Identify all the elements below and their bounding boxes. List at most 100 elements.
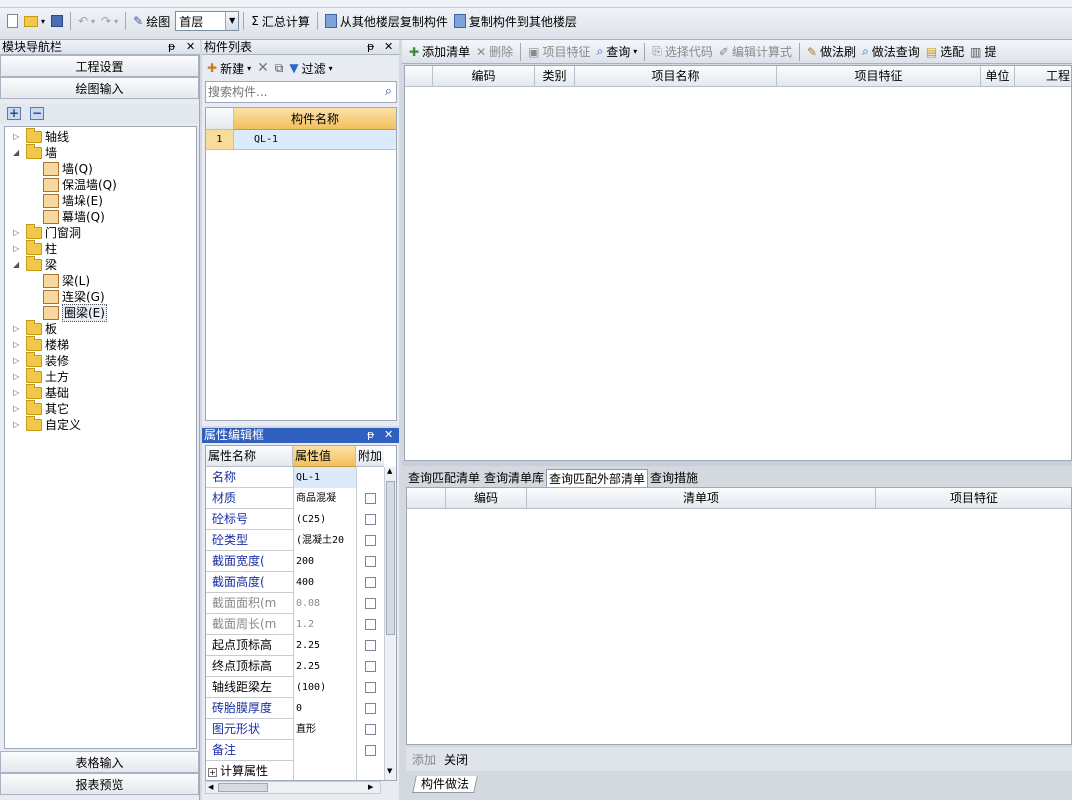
extra-checkbox[interactable] — [365, 619, 376, 630]
tree-folder-item[interactable]: ▷ 装修 — [13, 352, 69, 369]
pin-icon[interactable]: ᵽ — [367, 428, 374, 442]
draw-input-button[interactable]: 绘图输入 — [0, 77, 199, 99]
col-header-item-name[interactable]: 项目名称 — [575, 66, 777, 87]
property-value[interactable]: (100) — [293, 677, 356, 698]
property-value[interactable]: QL-1 — [293, 467, 356, 488]
copy-to-floor-button[interactable]: 复制构件到其他楼层 — [451, 10, 580, 32]
search-icon[interactable]: ⌕ — [385, 84, 392, 99]
table-row[interactable]: 1 QL-1 — [206, 130, 396, 150]
scroll-right-icon[interactable]: ▶ — [368, 783, 373, 791]
tree-folder-item[interactable]: ▷ 自定义 — [13, 416, 81, 433]
extra-checkbox[interactable] — [365, 577, 376, 588]
match-button[interactable]: ▤ 选配 — [923, 41, 967, 63]
tree-folder-item[interactable]: ◢ 梁 — [13, 256, 57, 273]
col-header-code[interactable]: 编码 — [433, 66, 535, 87]
property-row[interactable]: 砼类型 (混凝土20 — [206, 530, 391, 551]
prop-value-header[interactable]: 属性值 — [293, 446, 356, 467]
edit-formula-button[interactable]: ✐ 编辑计算式 — [716, 41, 795, 63]
extra-checkbox[interactable] — [365, 493, 376, 504]
tree-folder-item[interactable]: ▷ 柱 — [13, 240, 57, 257]
redo-button[interactable]: ↷ ▾ — [98, 10, 121, 32]
expand-arrow-icon[interactable]: ▷ — [13, 321, 23, 337]
col-header-list-item[interactable]: 清单项 — [527, 488, 876, 509]
new-file-button[interactable] — [4, 10, 21, 32]
property-row[interactable]: 砖胎膜厚度 0 — [206, 698, 391, 719]
property-value[interactable]: 2.25 — [293, 635, 356, 656]
table-input-button[interactable]: 表格输入 — [0, 751, 199, 773]
col-header-category[interactable]: 类别 — [535, 66, 575, 87]
close-icon[interactable]: ✕ — [384, 428, 393, 442]
scroll-down-icon[interactable]: ▼ — [387, 767, 392, 775]
close-icon[interactable]: ✕ — [186, 40, 195, 54]
tree-leaf-item[interactable]: 连梁(G) — [43, 289, 105, 305]
tree-folder-item[interactable]: ▷ 土方 — [13, 368, 69, 385]
col-header-quantity[interactable]: 工程 — [1015, 66, 1071, 87]
tab-query-match-external[interactable]: 查询匹配外部清单 — [546, 469, 649, 487]
property-row[interactable]: 截面面积(m 0.08 — [206, 593, 391, 614]
property-row[interactable]: 截面高度(400 — [206, 572, 391, 593]
vertical-scrollbar[interactable]: ▲ ▼ — [384, 467, 396, 780]
property-value[interactable]: 2.25 — [293, 656, 356, 677]
collapse-arrow-icon[interactable]: ◢ — [13, 145, 23, 161]
h-scroll-thumb[interactable] — [218, 783, 268, 792]
extra-checkbox[interactable] — [365, 703, 376, 714]
tree-folder-item[interactable]: ▷ 其它 — [13, 400, 69, 417]
component-search-input[interactable] — [206, 82, 371, 102]
filter-button[interactable]: ▼ 过滤 ▾ — [286, 57, 335, 79]
property-row[interactable]: 砼标号 (C25) — [206, 509, 391, 530]
extract-button[interactable]: ▥ 提 — [967, 41, 999, 63]
undo-button[interactable]: ↶ ▾ — [75, 10, 98, 32]
extra-checkbox[interactable] — [365, 724, 376, 735]
pin-icon[interactable]: ᵽ — [367, 40, 374, 54]
property-value[interactable]: 商品混凝 — [293, 488, 356, 509]
property-value[interactable]: 0.08 — [293, 593, 356, 614]
copy-from-floor-button[interactable]: 从其他楼层复制构件 — [322, 10, 451, 32]
sum-calc-button[interactable]: Σ 汇总计算 — [248, 10, 313, 32]
tab-query-measures[interactable]: 查询措施 — [648, 469, 700, 487]
expand-arrow-icon[interactable]: ▷ — [13, 129, 23, 145]
floor-select[interactable]: 首层 ▼ — [175, 11, 240, 31]
delete-component-button[interactable]: ✕ — [254, 57, 272, 79]
tree-leaf-item[interactable]: 梁(L) — [43, 273, 90, 289]
save-button[interactable] — [48, 10, 66, 32]
tree-folder-item[interactable]: ▷ 楼梯 — [13, 336, 69, 353]
property-row[interactable]: 截面周长(m 1.2 — [206, 614, 391, 635]
property-row[interactable]: 名称 QL-1 — [206, 467, 391, 488]
close-icon[interactable]: ✕ — [384, 40, 393, 54]
add-list-button[interactable]: ✚ 添加清单 — [406, 41, 473, 63]
method-query-button[interactable]: ⌕ 做法查询 — [859, 41, 923, 63]
copy-component-button[interactable]: ⧉ — [272, 57, 287, 79]
expand-group-icon[interactable]: + — [208, 768, 217, 777]
chevron-down-icon[interactable]: ▼ — [225, 12, 239, 30]
tree-leaf-item[interactable]: 保温墙(Q) — [43, 177, 117, 193]
open-file-button[interactable]: ▾ — [21, 10, 48, 32]
property-row[interactable]: 备注 — [206, 740, 391, 761]
property-value[interactable]: 400 — [293, 572, 356, 593]
extra-checkbox[interactable] — [365, 661, 376, 672]
close-button[interactable]: 关闭 — [444, 751, 468, 768]
expand-arrow-icon[interactable]: ▷ — [13, 353, 23, 369]
expand-arrow-icon[interactable]: ▷ — [13, 385, 23, 401]
delete-list-button[interactable]: ✕ 删除 — [473, 41, 516, 63]
collapse-all-icon[interactable]: − — [30, 107, 44, 120]
tree-leaf-item[interactable]: 圈梁(E) — [43, 304, 107, 322]
expand-arrow-icon[interactable]: ▷ — [13, 225, 23, 241]
tree-folder-item[interactable]: ▷ 板 — [13, 320, 57, 337]
tree-leaf-item[interactable]: 幕墙(Q) — [43, 209, 105, 225]
prop-name-header[interactable]: 属性名称 — [206, 446, 293, 467]
method-brush-button[interactable]: ✎ 做法刷 — [804, 41, 859, 63]
extra-checkbox[interactable] — [365, 745, 376, 756]
scroll-left-icon[interactable]: ◀ — [208, 783, 213, 791]
col-header-code[interactable]: 编码 — [446, 488, 527, 509]
tab-query-list-lib[interactable]: 查询清单库 — [482, 469, 546, 487]
property-value[interactable]: 200 — [293, 551, 356, 572]
tree-folder-item[interactable]: ◢ 墙 — [13, 144, 57, 161]
splitter[interactable] — [402, 461, 1072, 466]
scroll-thumb[interactable] — [386, 481, 395, 635]
report-preview-button[interactable]: 报表预览 — [0, 773, 199, 795]
extra-checkbox[interactable] — [365, 514, 376, 525]
property-value[interactable]: 直形 — [293, 719, 356, 740]
property-value[interactable]: 0 — [293, 698, 356, 719]
component-name-header[interactable]: 构件名称 — [234, 108, 396, 130]
tab-component-method[interactable]: 构件做法 — [412, 776, 478, 793]
